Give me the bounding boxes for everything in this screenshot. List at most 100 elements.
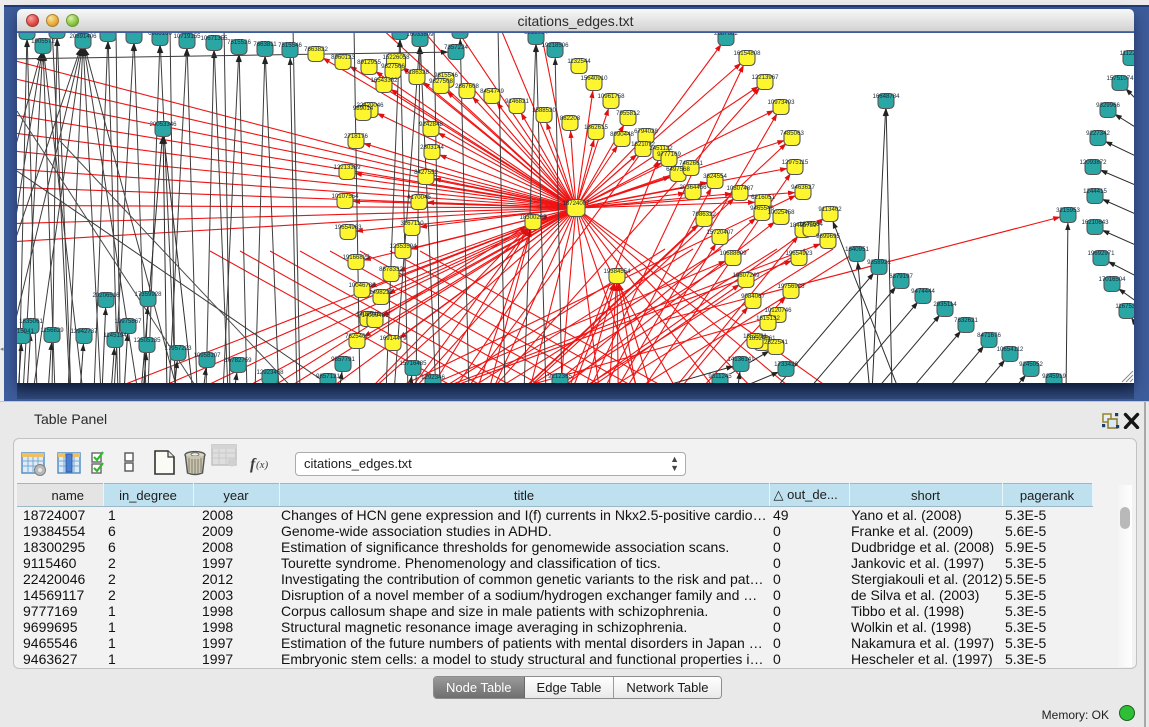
- svg-text:7625402: 7625402: [345, 333, 369, 340]
- svg-text:3915941: 3915941: [17, 328, 34, 335]
- svg-text:12353594: 12353594: [389, 243, 417, 250]
- svg-text:10120746: 10120746: [764, 307, 792, 314]
- svg-text:14136141: 14136141: [727, 356, 755, 363]
- svg-text:7485063: 7485063: [780, 130, 804, 137]
- svg-text:17957223: 17957223: [164, 345, 192, 352]
- svg-text:1640951: 1640951: [845, 246, 869, 253]
- svg-text:20891406: 20891406: [69, 33, 97, 40]
- svg-text:1244415: 1244415: [1083, 188, 1107, 195]
- svg-text:2803144: 2803144: [420, 144, 444, 151]
- svg-text:10688609: 10688609: [719, 250, 747, 257]
- svg-text:8912955: 8912955: [357, 59, 381, 66]
- svg-text:20053346: 20053346: [149, 121, 177, 128]
- svg-text:6966160: 6966160: [148, 33, 172, 37]
- svg-text:16543382: 16543382: [370, 77, 398, 84]
- svg-text:16914479: 16914479: [379, 335, 407, 342]
- svg-text:9245919: 9245919: [1042, 373, 1066, 380]
- svg-text:8960123: 8960123: [331, 54, 355, 61]
- svg-text:18807249: 18807249: [732, 272, 760, 279]
- svg-text:12213389: 12213389: [333, 164, 361, 171]
- svg-text:9311245: 9311245: [708, 373, 732, 380]
- svg-text:3215953: 3215953: [1056, 207, 1080, 214]
- svg-text:14099489: 14099489: [361, 312, 389, 319]
- svg-text:12975115: 12975115: [782, 159, 809, 166]
- svg-text:7663822: 7663822: [304, 46, 328, 53]
- svg-text:1156829: 1156829: [40, 327, 64, 334]
- svg-text:9242848: 9242848: [419, 121, 443, 128]
- svg-text:12213967: 12213967: [751, 74, 779, 81]
- svg-text:8813054: 8813054: [524, 33, 548, 36]
- svg-text:9857791: 9857791: [331, 356, 355, 363]
- svg-text:8678332: 8678332: [379, 266, 403, 273]
- svg-text:19654963: 19654963: [334, 224, 362, 231]
- svg-text:19166825: 19166825: [342, 254, 370, 261]
- svg-text:1167533: 1167533: [1115, 303, 1134, 310]
- svg-text:16033809: 16033809: [406, 33, 434, 38]
- svg-text:7663811: 7663811: [253, 41, 277, 48]
- svg-text:1145194: 1145194: [103, 332, 127, 339]
- svg-text:1905572: 1905572: [31, 38, 55, 45]
- svg-text:6794028: 6794028: [634, 128, 658, 135]
- svg-text:9465546: 9465546: [750, 205, 774, 212]
- svg-text:16154808: 16154808: [733, 50, 761, 57]
- svg-text:6497568: 6497568: [666, 166, 690, 173]
- svg-text:2935114: 2935114: [933, 301, 957, 308]
- svg-text:1527602: 1527602: [122, 33, 146, 35]
- svg-text:19218506: 19218506: [541, 42, 569, 49]
- svg-text:7955812: 7955812: [616, 110, 640, 117]
- svg-text:10807487: 10807487: [726, 185, 754, 192]
- svg-text:18724007: 18724007: [562, 200, 590, 207]
- svg-text:3267110: 3267110: [400, 220, 424, 227]
- svg-text:17359928: 17359928: [134, 291, 162, 298]
- svg-text:8427552: 8427552: [414, 169, 438, 176]
- svg-text:16782759: 16782759: [224, 357, 252, 364]
- svg-text:10046786: 10046786: [348, 282, 376, 289]
- svg-text:17016504: 17016504: [1098, 276, 1126, 283]
- svg-text:10107554: 10107554: [331, 193, 359, 200]
- svg-text:12093872: 12093872: [1079, 159, 1107, 166]
- svg-text:8990448: 8990448: [610, 131, 634, 138]
- svg-text:1362615: 1362615: [584, 124, 608, 131]
- svg-text:1835061: 1835061: [19, 318, 43, 325]
- svg-text:7462661: 7462661: [679, 160, 703, 167]
- svg-text:7986322: 7986322: [692, 211, 716, 218]
- svg-text:4170045: 4170045: [407, 194, 431, 201]
- svg-text:1849564: 1849564: [799, 221, 823, 228]
- svg-text:16648784: 16648784: [872, 93, 900, 100]
- svg-text:7515546: 7515546: [278, 42, 302, 49]
- svg-text:9212365: 9212365: [548, 373, 572, 380]
- svg-text:19975867: 19975867: [114, 318, 142, 325]
- svg-text:19756928: 19756928: [777, 283, 805, 290]
- svg-text:1615132: 1615132: [756, 315, 780, 322]
- svg-text:8454749: 8454749: [480, 88, 504, 95]
- svg-text:9227342: 9227342: [1086, 130, 1110, 137]
- svg-text:1292346: 1292346: [421, 374, 445, 381]
- svg-text:9358921: 9358921: [867, 259, 891, 266]
- svg-text:2867608: 2867608: [455, 83, 479, 90]
- svg-text:15226058: 15226058: [382, 54, 410, 61]
- svg-text:6379197: 6379197: [889, 273, 913, 280]
- svg-text:7515526: 7515526: [227, 39, 251, 46]
- svg-text:9113402: 9113402: [818, 206, 842, 213]
- svg-text:10961758: 10961758: [597, 93, 625, 100]
- svg-text:7357224: 7357224: [444, 44, 468, 51]
- svg-text:8471676: 8471676: [977, 332, 1001, 339]
- svg-text:2522541: 2522541: [764, 339, 788, 346]
- svg-text:15640910: 15640910: [580, 75, 608, 82]
- svg-text:9463627: 9463627: [791, 184, 815, 191]
- svg-text:12942737: 12942737: [70, 328, 98, 335]
- svg-text:9084067: 9084067: [741, 293, 765, 300]
- svg-text:7632621: 7632621: [954, 317, 978, 324]
- svg-text:9245052: 9245052: [1019, 361, 1043, 368]
- svg-text:3624554: 3624554: [703, 173, 727, 180]
- svg-text:1498222: 1498222: [369, 289, 393, 296]
- svg-text:9146821: 9146821: [505, 98, 529, 105]
- svg-text:10958107: 10958107: [193, 352, 221, 359]
- svg-text:2687682: 2687682: [714, 33, 738, 37]
- svg-text:6216051: 6216051: [751, 194, 775, 201]
- svg-text:1112203: 1112203: [1120, 50, 1134, 57]
- svg-text:9827506: 9827506: [381, 63, 405, 70]
- svg-text:2718176: 2718176: [344, 133, 368, 140]
- svg-text:10671355: 10671355: [200, 35, 228, 42]
- svg-text:20364456: 20364456: [679, 184, 707, 191]
